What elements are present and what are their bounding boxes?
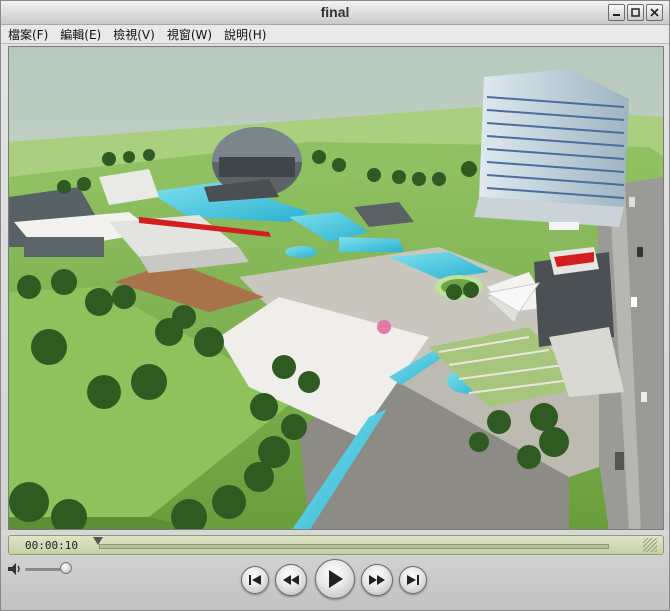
transport-controls [241, 559, 431, 603]
resize-grip[interactable] [643, 538, 657, 552]
scrub-track[interactable] [99, 544, 609, 549]
play-button[interactable] [315, 559, 355, 599]
menu-bar: 檔案(F) 編輯(E) 檢視(V) 視窗(W) 說明(H) [1, 25, 669, 44]
timecode: 00:00:10 [25, 539, 78, 552]
menu-file[interactable]: 檔案(F) [7, 26, 49, 43]
video-frame[interactable] [8, 46, 664, 530]
fast-forward-icon [369, 575, 385, 585]
player-window: final 檔案(F) 編輯(E) 檢視(V) 視窗(W) 說明(H) 00:0… [0, 0, 670, 611]
skip-to-start-button[interactable] [241, 566, 269, 594]
title-bar[interactable]: final [1, 1, 669, 25]
close-icon [650, 8, 659, 17]
maximize-icon [631, 8, 640, 17]
timeline-bar: 00:00:10 [8, 535, 664, 555]
maximize-button[interactable] [627, 4, 644, 21]
close-button[interactable] [646, 4, 663, 21]
minimize-icon [613, 14, 620, 16]
window-title: final [320, 4, 350, 20]
rewind-icon [283, 575, 299, 585]
skip-to-end-button[interactable] [399, 566, 427, 594]
menu-edit[interactable]: 編輯(E) [59, 26, 102, 43]
volume-knob[interactable] [60, 562, 72, 574]
skip-to-end-icon [407, 575, 419, 585]
control-panel: 00:00:10 [1, 530, 669, 610]
menu-window[interactable]: 視窗(W) [166, 26, 213, 43]
minimize-button[interactable] [608, 4, 625, 21]
playhead[interactable] [93, 537, 103, 545]
rewind-button[interactable] [275, 564, 307, 596]
fast-forward-button[interactable] [361, 564, 393, 596]
menu-help[interactable]: 說明(H) [223, 26, 267, 43]
video-image [9, 47, 663, 529]
window-controls [608, 4, 663, 21]
play-icon [329, 570, 343, 588]
menu-view[interactable]: 檢視(V) [112, 26, 156, 43]
speaker-icon[interactable] [7, 562, 23, 576]
skip-to-start-icon [249, 575, 261, 585]
